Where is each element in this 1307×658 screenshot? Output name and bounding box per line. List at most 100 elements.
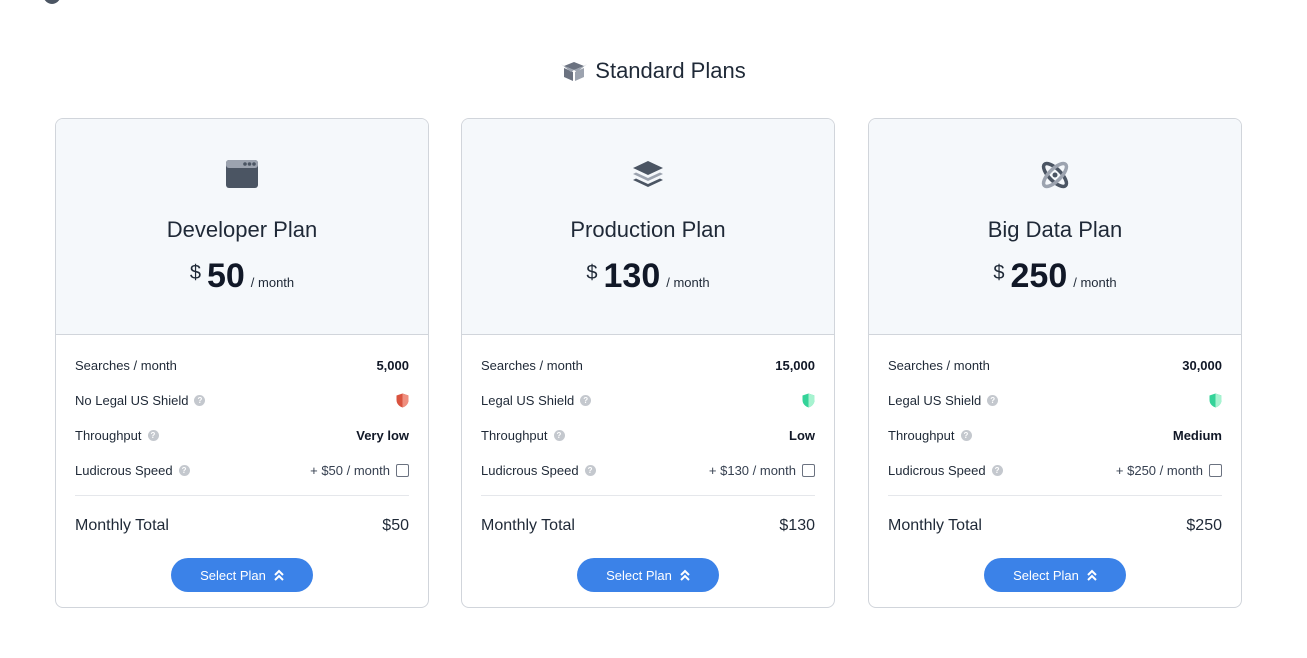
speed-price: + $130 / month [708, 463, 796, 478]
feature-label: Throughput [75, 428, 142, 443]
feature-label: Throughput [481, 428, 548, 443]
plan-header: Production Plan $ 130 / month [462, 119, 834, 335]
price-period: / month [666, 275, 710, 290]
feature-label: Legal US Shield [481, 393, 575, 408]
chevrons-up-icon [1087, 569, 1097, 581]
help-icon[interactable]: ? [194, 395, 206, 406]
speed-addon: + $250 / month [1116, 463, 1222, 478]
feature-label-wrap: Legal US Shield ? [888, 393, 999, 408]
feature-row-searches: Searches / month 5,000 [75, 348, 409, 383]
layers-icon [633, 161, 663, 187]
total-label: Monthly Total [75, 517, 169, 534]
plan-name: Developer Plan [166, 217, 318, 242]
button-label: Select Plan [1013, 567, 1079, 583]
plan-card-big-data: Big Data Plan $ 250 / month Searches / m… [868, 118, 1242, 608]
price-amount: 50 [206, 257, 245, 295]
plan-price: $ 130 / month [462, 257, 834, 296]
button-label: Select Plan [606, 567, 672, 583]
ludicrous-speed-checkbox[interactable] [1209, 464, 1222, 477]
logo-fragment [42, 0, 62, 4]
box-icon [561, 62, 588, 81]
help-icon[interactable]: ? [960, 430, 972, 441]
feature-label: Ludicrous Speed [888, 463, 986, 478]
help-icon[interactable]: ? [178, 465, 190, 476]
shield-on-icon [802, 393, 815, 408]
feature-value: 15,000 [775, 358, 815, 373]
total-value: $130 [779, 517, 815, 534]
select-plan-button[interactable]: Select Plan [984, 558, 1126, 592]
help-icon[interactable]: ? [987, 395, 999, 406]
plan-body: Searches / month 15,000 Legal US Shield … [462, 348, 834, 592]
plan-card-developer: Developer Plan $ 50 / month Searches / m… [55, 118, 429, 608]
feature-label-wrap: Throughput ? [75, 428, 159, 443]
total-row: Monthly Total $50 [75, 496, 409, 556]
feature-label-wrap: Ludicrous Speed ? [888, 463, 1003, 478]
atom-icon [1041, 161, 1069, 189]
help-icon[interactable]: ? [584, 465, 596, 476]
button-label: Select Plan [200, 567, 266, 583]
feature-value: Medium [1172, 428, 1222, 443]
plan-header: Big Data Plan $ 250 / month [869, 119, 1241, 335]
feature-row-searches: Searches / month 30,000 [888, 348, 1222, 383]
feature-row-speed: Ludicrous Speed ? + $50 / month [75, 453, 409, 488]
total-label: Monthly Total [888, 517, 982, 534]
feature-label: Searches / month [481, 358, 583, 373]
feature-label: Ludicrous Speed [75, 463, 173, 478]
total-value: $50 [382, 517, 409, 534]
speed-addon: + $50 / month [310, 463, 409, 478]
section-title: Standard Plans [0, 58, 1307, 84]
page-header-cutoff [36, 0, 196, 4]
total-row: Monthly Total $130 [481, 496, 815, 556]
help-icon[interactable]: ? [553, 430, 565, 441]
plan-body: Searches / month 5,000 No Legal US Shiel… [56, 348, 428, 592]
feature-value: Low [789, 428, 815, 443]
feature-row-throughput: Throughput ? Low [481, 418, 815, 453]
price-amount: 250 [1010, 257, 1068, 295]
total-value: $250 [1186, 517, 1222, 534]
feature-label-wrap: Legal US Shield ? [481, 393, 592, 408]
feature-row-shield: Legal US Shield ? [888, 383, 1222, 418]
help-icon[interactable]: ? [991, 465, 1003, 476]
feature-label-wrap: Throughput ? [481, 428, 565, 443]
ludicrous-speed-checkbox[interactable] [396, 464, 409, 477]
feature-label: Ludicrous Speed [481, 463, 579, 478]
help-icon[interactable]: ? [147, 430, 159, 441]
select-plan-button[interactable]: Select Plan [171, 558, 313, 592]
total-label: Monthly Total [481, 517, 575, 534]
feature-label: Throughput [888, 428, 955, 443]
plan-name: Big Data Plan [987, 217, 1123, 242]
section-title-text: Standard Plans [595, 58, 746, 83]
help-icon[interactable]: ? [580, 395, 592, 406]
feature-row-speed: Ludicrous Speed ? + $250 / month [888, 453, 1222, 488]
feature-row-speed: Ludicrous Speed ? + $130 / month [481, 453, 815, 488]
speed-price: + $250 / month [1115, 463, 1203, 478]
shield-on-icon [1209, 393, 1222, 408]
price-currency: $ [189, 262, 201, 284]
feature-label: Legal US Shield [888, 393, 982, 408]
feature-row-shield: No Legal US Shield ? [75, 383, 409, 418]
price-period: / month [250, 275, 295, 290]
feature-row-throughput: Throughput ? Medium [888, 418, 1222, 453]
price-amount: 130 [603, 257, 661, 295]
feature-label-wrap: Ludicrous Speed ? [481, 463, 596, 478]
plan-price: $ 50 / month [56, 257, 428, 296]
plan-name: Production Plan [570, 217, 726, 242]
feature-row-shield: Legal US Shield ? [481, 383, 815, 418]
chevrons-up-icon [680, 569, 690, 581]
feature-value: 30,000 [1182, 358, 1222, 373]
browser-window-icon [226, 160, 258, 188]
ludicrous-speed-checkbox[interactable] [802, 464, 815, 477]
select-plan-button[interactable]: Select Plan [577, 558, 719, 592]
feature-value: 5,000 [376, 358, 409, 373]
feature-label-wrap: Throughput ? [888, 428, 972, 443]
shield-off-icon [396, 393, 409, 408]
feature-label-wrap: No Legal US Shield ? [75, 393, 206, 408]
total-row: Monthly Total $250 [888, 496, 1222, 556]
feature-label: Searches / month [888, 358, 990, 373]
plan-price: $ 250 / month [869, 257, 1241, 296]
plan-body: Searches / month 30,000 Legal US Shield … [869, 348, 1241, 592]
plan-card-production: Production Plan $ 130 / month Searches /… [461, 118, 835, 608]
plan-header: Developer Plan $ 50 / month [56, 119, 428, 335]
price-currency: $ [586, 262, 598, 284]
feature-row-searches: Searches / month 15,000 [481, 348, 815, 383]
